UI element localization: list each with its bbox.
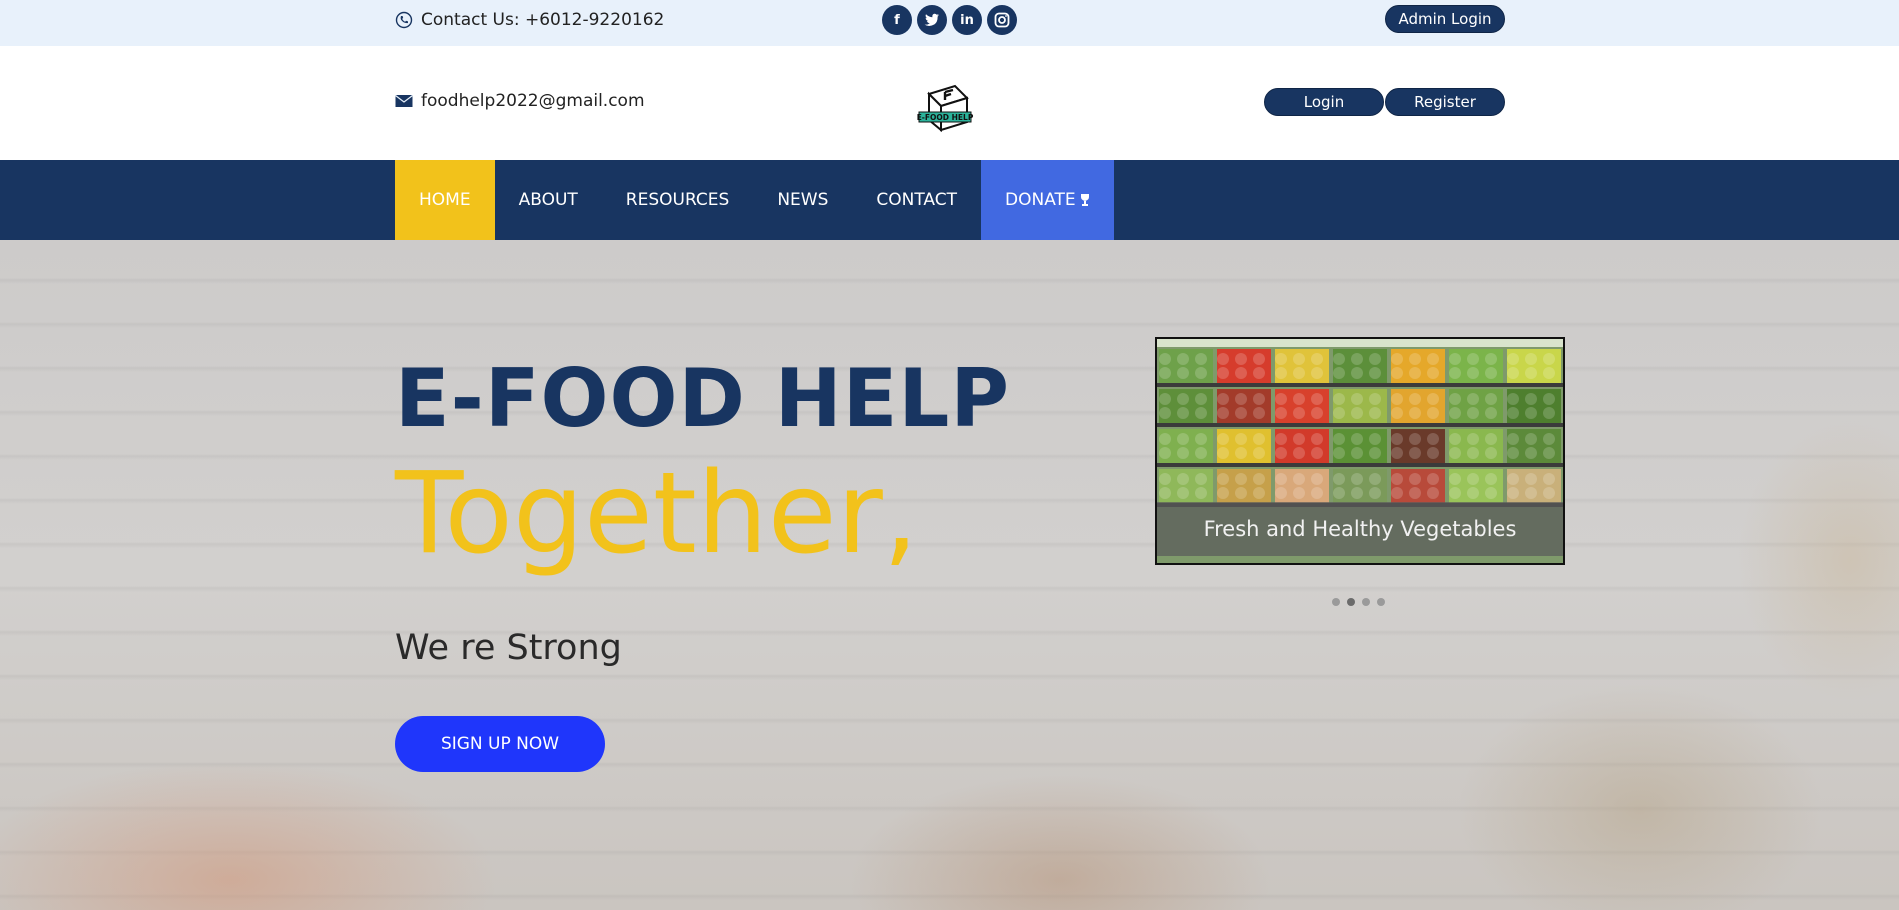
login-button[interactable]: Login <box>1264 88 1384 116</box>
svg-text:E-FOOD HELP: E-FOOD HELP <box>917 113 974 122</box>
nav-item-label: HOME <box>419 190 471 210</box>
nav-item-news[interactable]: NEWS <box>753 160 852 240</box>
nav-item-label: RESOURCES <box>625 190 730 210</box>
email-text: foodhelp2022@gmail.com <box>421 91 645 111</box>
linkedin-icon[interactable]: in <box>952 5 982 35</box>
phone-icon <box>395 11 413 29</box>
trophy-icon <box>1080 194 1089 206</box>
nav-item-contact[interactable]: CONTACT <box>852 160 981 240</box>
carousel-dot[interactable] <box>1332 598 1340 606</box>
envelope-icon <box>395 95 413 107</box>
carousel-dot[interactable] <box>1362 598 1370 606</box>
register-button[interactable]: Register <box>1385 88 1505 116</box>
sign-up-button[interactable]: SIGN UP NOW <box>395 716 605 772</box>
social-links: f in <box>882 5 1017 35</box>
hero-section: E-FOOD HELP Together, We re Strong SIGN … <box>0 240 1899 910</box>
nav-item-label: ABOUT <box>518 190 578 210</box>
contact-email: foodhelp2022@gmail.com <box>395 91 645 111</box>
contact-phone-text: Contact Us: +6012-9220162 <box>421 10 665 30</box>
hero-tagline: Together, <box>395 449 919 579</box>
nav-item-home[interactable]: HOME <box>395 160 495 240</box>
main-nav: HOME ABOUT RESOURCES NEWS CONTACT DONATE <box>0 160 1899 240</box>
carousel-dot[interactable] <box>1377 598 1385 606</box>
nav-item-donate[interactable]: DONATE <box>981 160 1114 240</box>
contact-info: Contact Us: +6012-9220162 <box>395 10 664 30</box>
nav-item-resources[interactable]: RESOURCES <box>602 160 754 240</box>
top-contact-bar: Contact Us: +6012-9220162 f in Admin Log… <box>0 0 1899 46</box>
facebook-icon[interactable]: f <box>882 5 912 35</box>
nav-item-label: CONTACT <box>876 190 958 210</box>
site-logo[interactable]: E-FOOD HELP <box>915 82 975 134</box>
admin-login-button[interactable]: Admin Login <box>1385 5 1505 33</box>
carousel-indicators <box>1332 598 1385 606</box>
twitter-icon[interactable] <box>917 5 947 35</box>
image-carousel[interactable]: Fresh and Healthy Vegetables <box>1155 337 1565 565</box>
nav-item-label: NEWS <box>777 190 829 210</box>
site-header: foodhelp2022@gmail.com E-FOOD HELP Login… <box>0 46 1899 160</box>
nav-item-about[interactable]: ABOUT <box>495 160 602 240</box>
nav-item-label: DONATE <box>1005 190 1076 210</box>
carousel-caption: Fresh and Healthy Vegetables <box>1157 502 1563 556</box>
hero-title: E-FOOD HELP <box>395 352 1010 445</box>
instagram-icon[interactable] <box>987 5 1017 35</box>
carousel-dot[interactable] <box>1347 598 1355 606</box>
hero-subtitle: We re Strong <box>395 628 622 668</box>
